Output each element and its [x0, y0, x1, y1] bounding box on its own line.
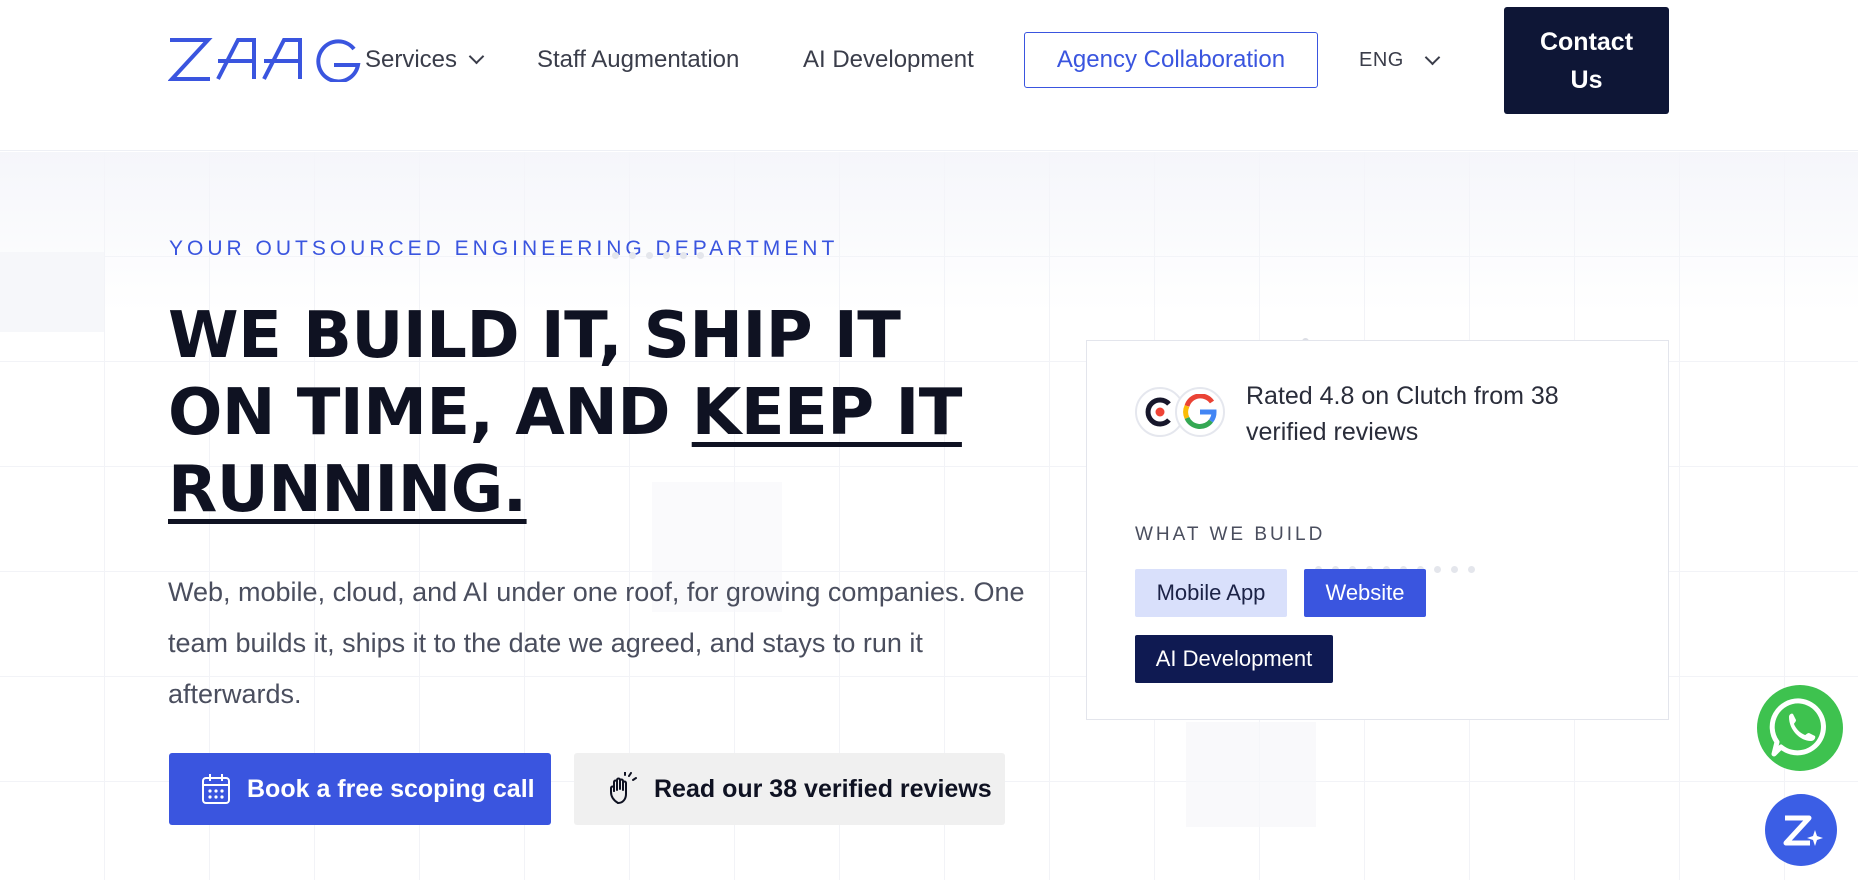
whatsapp-button[interactable] — [1757, 685, 1843, 771]
google-logo-icon — [1175, 387, 1225, 437]
calendar-icon — [202, 774, 230, 804]
hand-pointer-icon — [610, 772, 637, 804]
hero-subtext: Web, mobile, cloud, and AI under one roo… — [168, 577, 1025, 709]
tag-ai-development[interactable]: AI Development — [1135, 635, 1333, 683]
read-reviews-label: Read our 38 verified reviews — [654, 774, 992, 803]
bg-tile — [0, 252, 104, 332]
contact-us-button[interactable]: Contact Us — [1504, 7, 1669, 114]
rating-card: Rated 4.8 on Clutch from 38 verified rev… — [1086, 340, 1669, 720]
book-scoping-call-label: Book a free scoping call — [247, 774, 535, 803]
nav-services-label: Services — [365, 46, 458, 73]
nav-ai-development[interactable]: AI Development — [803, 46, 974, 74]
nav-staff-augmentation[interactable]: Staff Augmentation — [537, 46, 739, 74]
bg-tile — [1186, 722, 1316, 827]
decorative-dots — [612, 252, 704, 259]
what-we-build-title: WHAT WE BUILD — [1135, 524, 1326, 545]
read-reviews-button[interactable]: Read our 38 verified reviews — [574, 753, 1005, 825]
chevron-down-icon — [468, 48, 485, 65]
book-scoping-call-button[interactable]: Book a free scoping call — [169, 753, 551, 825]
tag-mobile-app[interactable]: Mobile App — [1135, 569, 1287, 617]
hero-headline: WE BUILD IT, SHIP IT ON TIME, AND KEEP I… — [168, 298, 988, 529]
language-selector[interactable]: ENG — [1359, 49, 1404, 72]
hero-eyebrow: YOUR OUTSOURCED ENGINEERING DEPARTMENT — [169, 237, 839, 260]
tag-website[interactable]: Website — [1304, 569, 1426, 617]
zaag-logo[interactable] — [168, 37, 364, 82]
whatsapp-icon — [1769, 698, 1826, 757]
chat-widget-button[interactable] — [1765, 794, 1837, 866]
nav-agency-collaboration[interactable]: Agency Collaboration — [1024, 32, 1318, 88]
nav-services[interactable]: Services — [365, 46, 485, 74]
zaag-chat-icon — [1783, 815, 1823, 846]
chevron-down-icon[interactable] — [1424, 49, 1441, 66]
rating-text: Rated 4.8 on Clutch from 38 verified rev… — [1246, 382, 1559, 446]
site-header: Services Staff Augmentation AI Developme… — [0, 0, 1858, 151]
